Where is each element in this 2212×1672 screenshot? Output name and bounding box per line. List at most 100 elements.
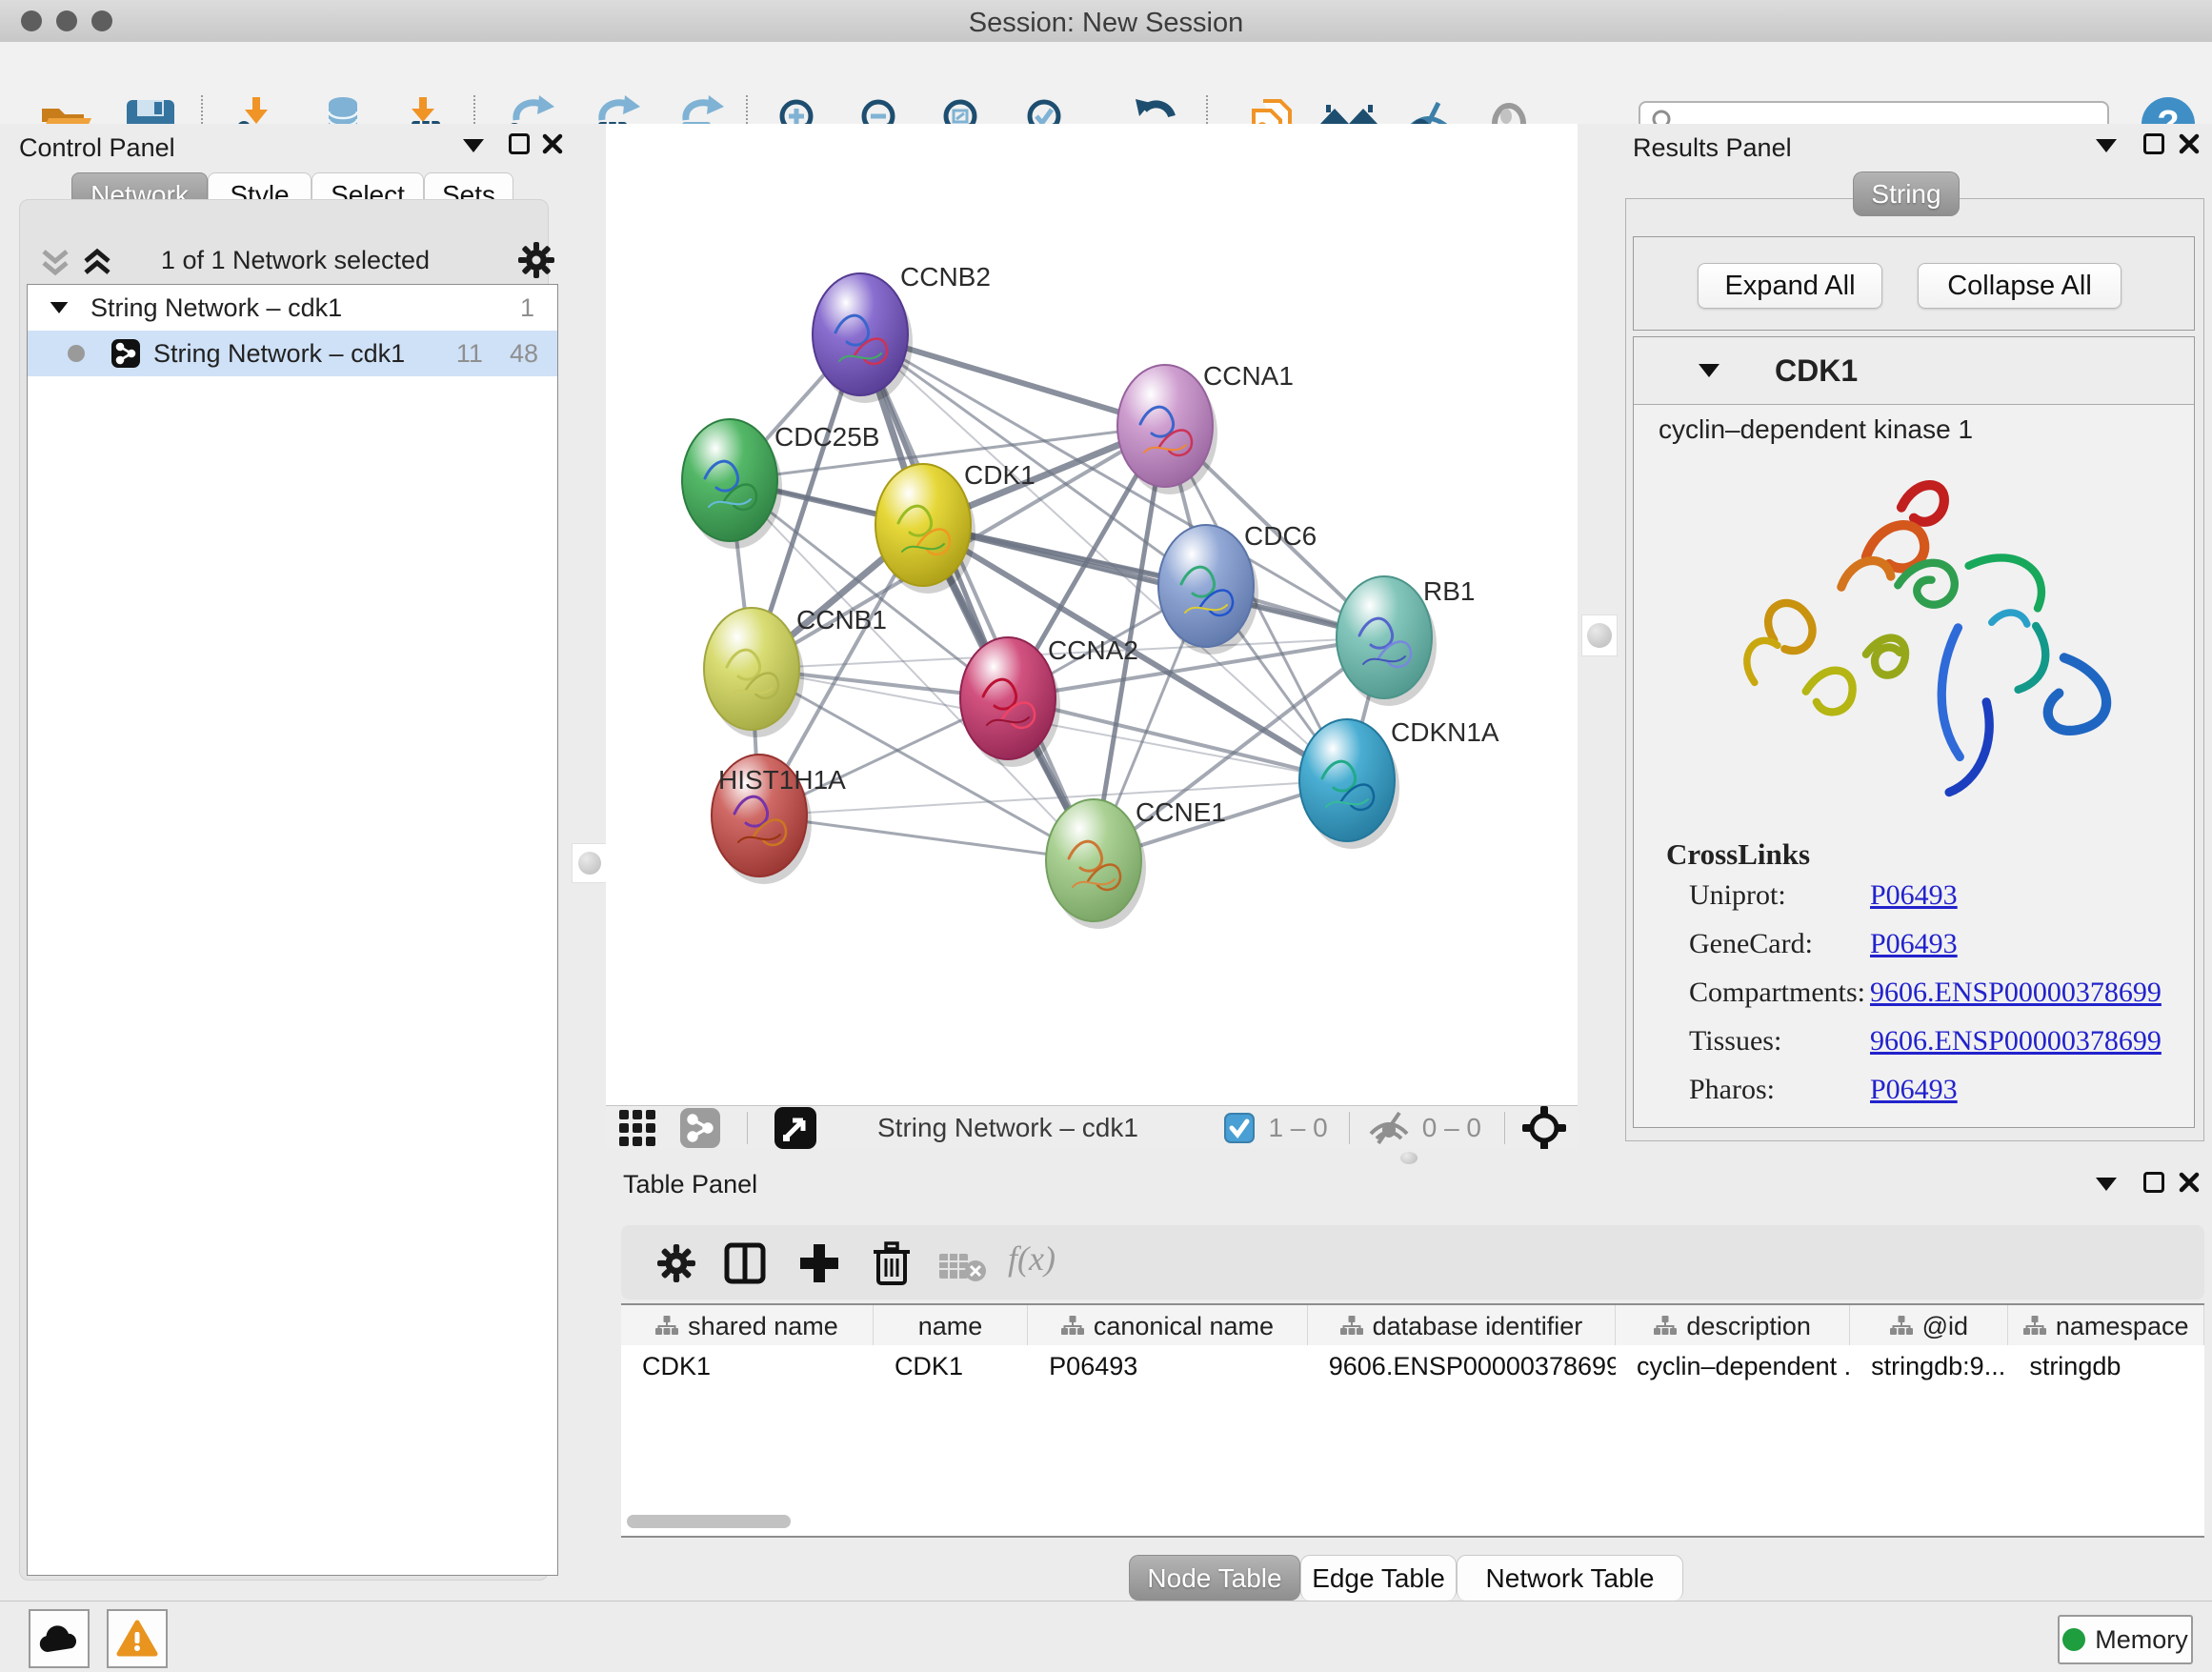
table-header-row: shared namenamecanonical namedatabase id… — [621, 1303, 2204, 1348]
network-node[interactable]: CDC25B — [682, 419, 879, 549]
network-view-title: String Network – cdk1 — [877, 1113, 1138, 1143]
right-splitter[interactable] — [1578, 124, 1621, 1149]
control-panel-close-icon[interactable] — [541, 132, 564, 155]
table-cell: stringdb:9... — [1850, 1345, 2008, 1387]
left-splitter[interactable] — [564, 124, 607, 1601]
warning-status-button[interactable] — [107, 1609, 168, 1668]
grid-view-icon[interactable] — [619, 1110, 661, 1146]
add-column-icon[interactable] — [798, 1242, 840, 1284]
collection-count: 1 — [520, 293, 534, 323]
gear-icon[interactable] — [518, 242, 554, 278]
results-panel-maximize-icon[interactable] — [2143, 133, 2164, 154]
network-collection-row[interactable]: String Network – cdk1 1 — [28, 285, 557, 331]
network-node[interactable]: CCNA1 — [1117, 361, 1294, 494]
crosslink-label: Tissues: — [1689, 1025, 1870, 1074]
function-builder-icon: f(x) — [1008, 1239, 1056, 1279]
crosslink-value[interactable]: P06493 — [1870, 1074, 1958, 1122]
column-header-name[interactable]: name — [874, 1305, 1028, 1347]
collapse-all-button[interactable]: Collapse All — [1918, 263, 2122, 309]
table-panel-float-icon[interactable] — [2096, 1178, 2117, 1191]
node-label: RB1 — [1423, 576, 1475, 606]
network-node[interactable]: CCNB2 — [813, 262, 991, 403]
control-panel-maximize-icon[interactable] — [509, 133, 530, 154]
fit-selected-crosshair-icon[interactable] — [1522, 1106, 1566, 1150]
column-type-icon — [1061, 1316, 1084, 1337]
column-header-description[interactable]: description — [1616, 1305, 1850, 1347]
tab-string[interactable]: String — [1853, 171, 1960, 216]
cdk1-collapse-caret-icon[interactable] — [1699, 364, 1719, 377]
crosslink-value[interactable]: P06493 — [1870, 928, 1958, 977]
table-panel-close-icon[interactable] — [2178, 1171, 2201, 1194]
crosslink-label: Uniprot: — [1689, 879, 1870, 928]
memory-button[interactable]: Memory — [2058, 1615, 2193, 1664]
network-edge[interactable] — [860, 334, 1094, 860]
network-node[interactable]: CCNB1 — [704, 605, 887, 737]
network-view-toolbar: String Network – cdk1 1 – 0 0 – 0 — [606, 1105, 1578, 1150]
table-panel-title: Table Panel — [623, 1170, 757, 1199]
delete-table-icon — [939, 1250, 989, 1282]
network-node[interactable]: CDK1 — [875, 460, 1036, 594]
table-cell: P06493 — [1028, 1345, 1308, 1387]
left-splitter-handle[interactable] — [572, 843, 608, 883]
cloud-status-button[interactable] — [29, 1609, 90, 1668]
tab-network-table[interactable]: Network Table — [1457, 1555, 1683, 1601]
column-type-icon — [1654, 1316, 1677, 1337]
cdk1-section-header[interactable]: CDK1 — [1634, 337, 2194, 405]
expand-all-button[interactable]: Expand All — [1698, 263, 1882, 309]
cdk1-section: CDK1 cyclin–dependent kinase 1 Cros — [1633, 336, 2195, 1128]
collapse-all-chevrons-icon[interactable] — [36, 246, 74, 280]
network-node[interactable]: CDKN1A — [1299, 717, 1499, 849]
network-canvas[interactable]: CCNB2CCNA1CDC25BCDK1CDC6RB1CCNB1CCNA2CDK… — [606, 124, 1578, 1105]
collection-caret-icon[interactable] — [50, 302, 69, 313]
crosslink-value[interactable]: 9606.ENSP00000378699 — [1870, 1025, 2162, 1074]
crosslink-label: GeneCard: — [1689, 928, 1870, 977]
network-node[interactable]: HIST1H1A — [712, 755, 846, 884]
selected-checkbox-icon[interactable] — [1224, 1113, 1255, 1143]
results-panel-close-icon[interactable] — [2178, 132, 2201, 155]
column-header-database-identifier[interactable]: database identifier — [1308, 1305, 1616, 1347]
table-cell: CDK1 — [874, 1345, 1028, 1387]
node-label: CDKN1A — [1391, 717, 1499, 747]
table-horizontal-scrollbar[interactable] — [627, 1515, 791, 1528]
node-label: CCNB1 — [796, 605, 887, 635]
toolbar-divider — [1349, 1112, 1350, 1144]
table-gear-icon[interactable] — [657, 1244, 695, 1282]
column-header-shared-name[interactable]: shared name — [621, 1305, 874, 1347]
main-toolbar: ? — [0, 42, 2212, 125]
table-panel: Table Panel f(x) shared namenamecanonica… — [606, 1166, 2212, 1601]
crosslinks-title: CrossLinks — [1666, 837, 2194, 872]
table-cell: CDK1 — [621, 1345, 874, 1387]
column-type-icon — [655, 1316, 678, 1337]
cdk1-title: CDK1 — [1775, 353, 1858, 389]
title-bar: Session: New Session — [0, 0, 2212, 43]
network-node[interactable]: CDC6 — [1158, 521, 1317, 655]
control-panel-float-icon[interactable] — [463, 139, 484, 152]
table-panel-maximize-icon[interactable] — [2143, 1172, 2164, 1193]
network-graph[interactable]: CCNB2CCNA1CDC25BCDK1CDC6RB1CCNB1CCNA2CDK… — [606, 124, 1578, 1105]
network-node[interactable]: RB1 — [1337, 576, 1475, 706]
column-header--id[interactable]: @id — [1850, 1305, 2008, 1347]
column-header-namespace[interactable]: namespace — [2008, 1305, 2204, 1347]
network-list: String Network – cdk1 1 String Network –… — [27, 284, 558, 1576]
right-splitter-handle[interactable] — [1581, 614, 1618, 656]
birds-eye-view-icon[interactable] — [774, 1107, 816, 1149]
tab-edge-table[interactable]: Edge Table — [1300, 1555, 1457, 1601]
show-columns-icon[interactable] — [724, 1242, 766, 1284]
horizontal-splitter[interactable] — [606, 1149, 2212, 1166]
network-share-icon[interactable] — [680, 1108, 720, 1148]
cdk1-description: cyclin–dependent kinase 1 — [1659, 414, 2194, 445]
crosslink-value[interactable]: 9606.ENSP00000378699 — [1870, 977, 2162, 1025]
hidden-eye-icon — [1367, 1111, 1411, 1145]
table-row[interactable]: CDK1CDK1P064939606.ENSP00000378699cyclin… — [621, 1345, 2204, 1387]
expand-all-chevrons-icon[interactable] — [78, 246, 116, 280]
network-node[interactable]: CCNE1 — [1046, 797, 1226, 929]
delete-column-icon[interactable] — [871, 1240, 913, 1286]
network-node-count: 11 — [456, 339, 483, 369]
results-panel-float-icon[interactable] — [2096, 139, 2117, 152]
crosslink-value[interactable]: P06493 — [1870, 879, 1958, 928]
network-row-selected[interactable]: String Network – cdk1 11 48 — [28, 331, 557, 376]
column-header-canonical-name[interactable]: canonical name — [1028, 1305, 1308, 1347]
warning-icon — [116, 1620, 158, 1658]
tab-node-table[interactable]: Node Table — [1129, 1555, 1300, 1601]
horizontal-splitter-handle[interactable] — [1400, 1152, 1418, 1164]
